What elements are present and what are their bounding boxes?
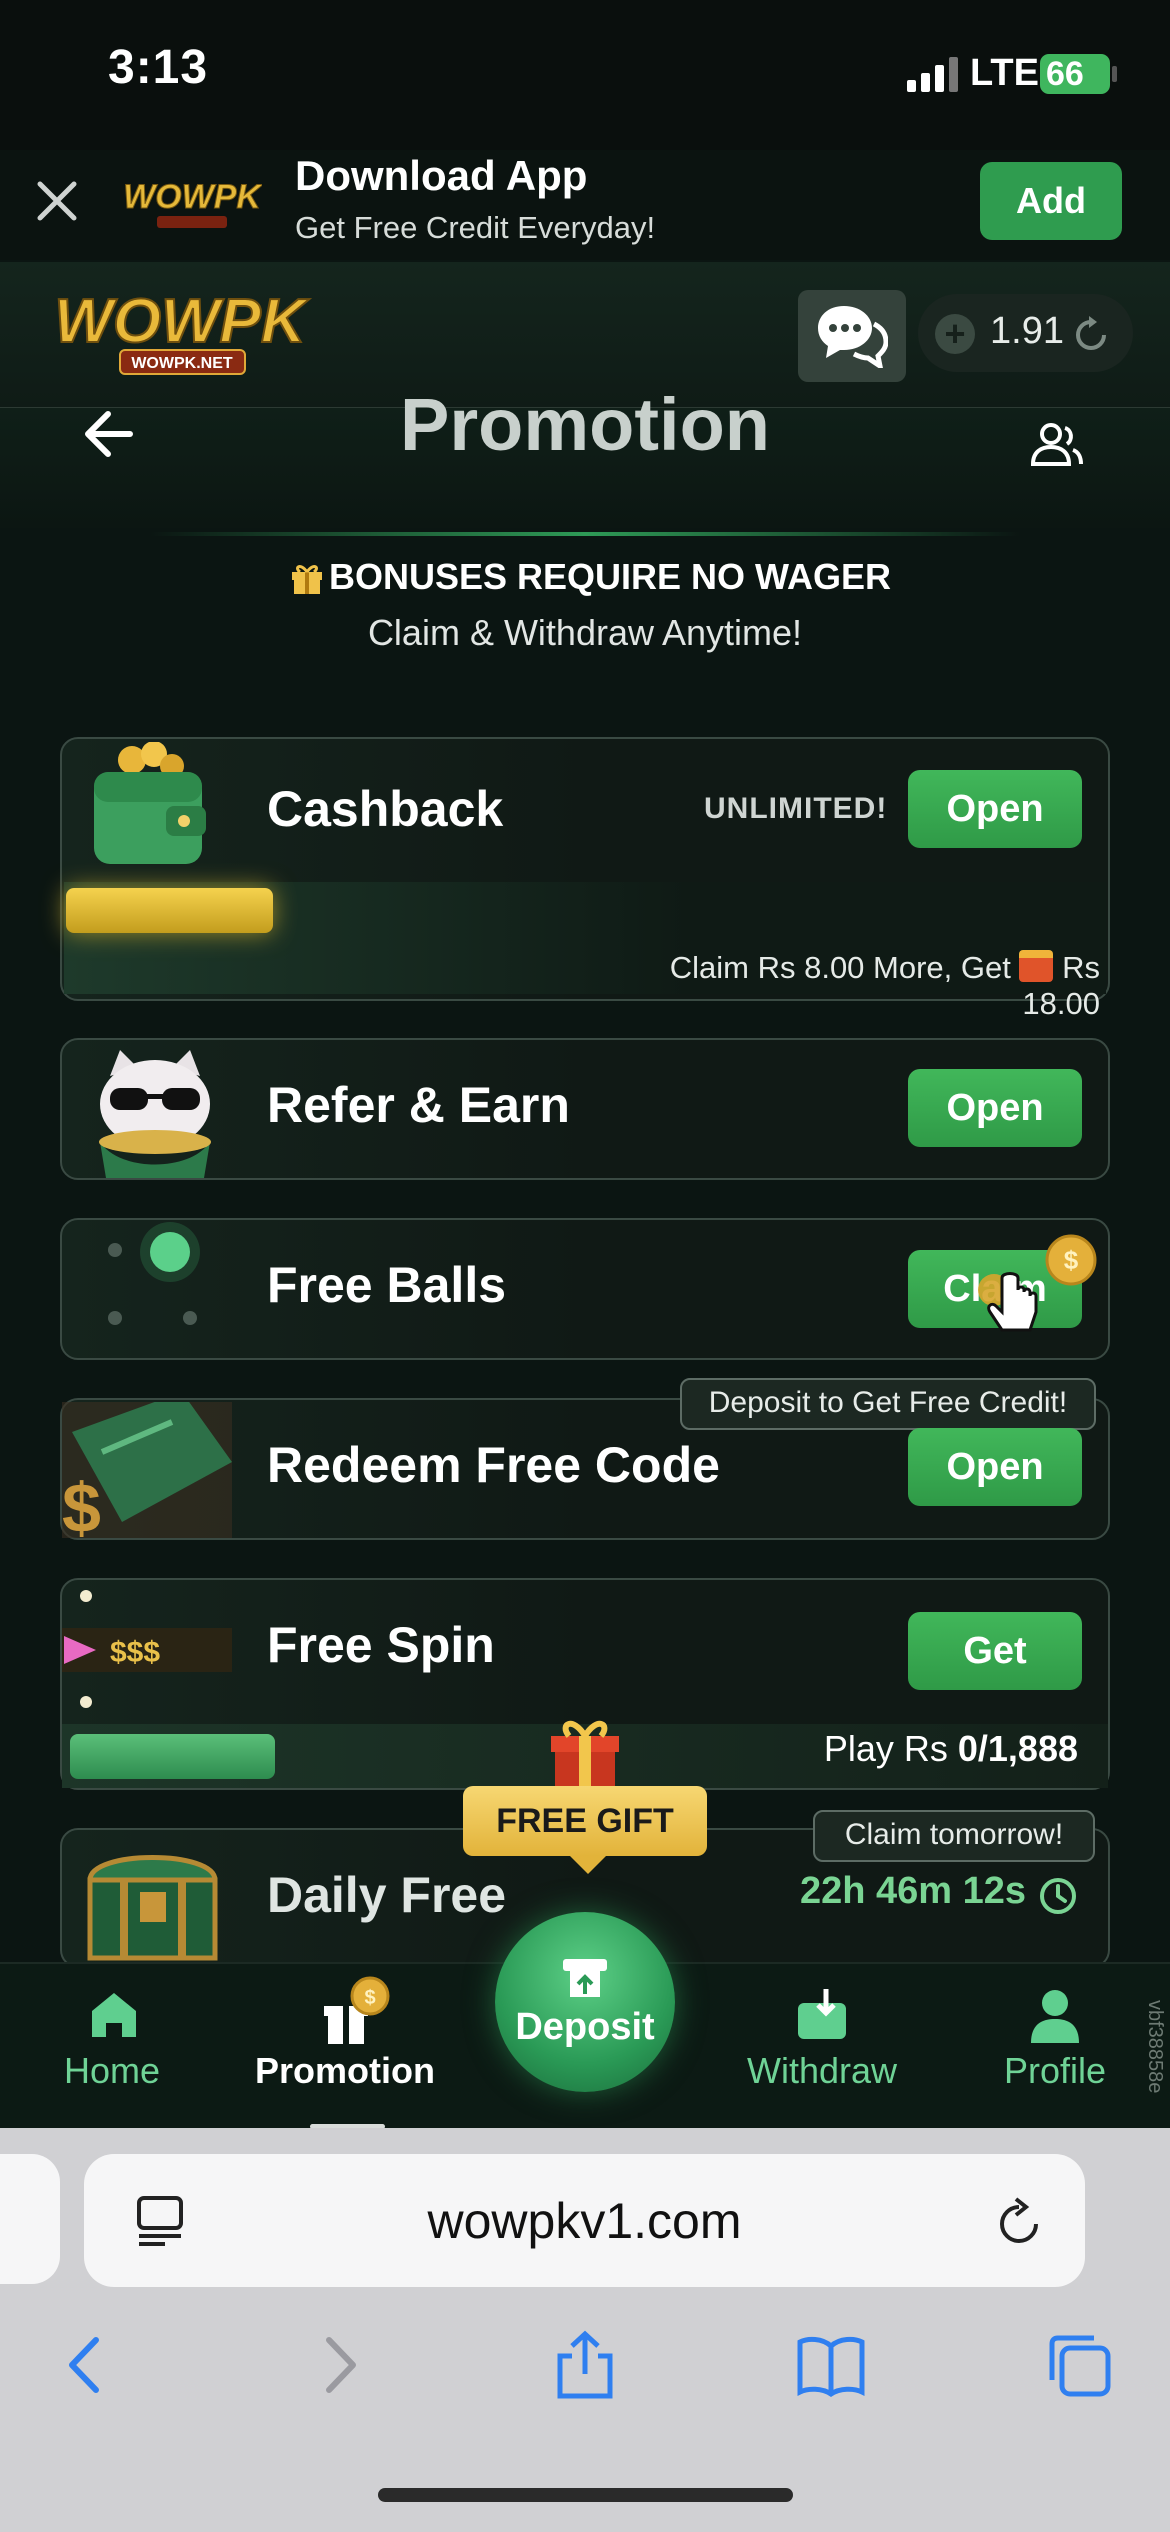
slot-icon: $$$ (62, 1590, 232, 1708)
bonus-notice-subtitle: Claim & Withdraw Anytime! (367, 612, 803, 653)
svg-text:$: $ (62, 1469, 101, 1538)
free-balls-title: Free Balls (267, 1257, 507, 1313)
ticket-icon: $ (62, 1402, 232, 1538)
claim-tomorrow-tooltip: Claim tomorrow! (813, 1810, 1095, 1862)
forward-icon[interactable] (303, 2330, 373, 2400)
refer-open-button[interactable]: Open (908, 1069, 1082, 1147)
battery-tip (1112, 66, 1117, 82)
deposit-button[interactable] (495, 1912, 675, 2092)
free-gift-badge[interactable]: FREE GIFT (463, 1786, 707, 1856)
small-gift-icon (1019, 950, 1054, 982)
chat-icon (818, 306, 888, 368)
user-group-icon[interactable] (1025, 420, 1085, 470)
balance-value: 1.91 (990, 310, 1064, 352)
balls-icon (108, 1222, 200, 1325)
previous-tab-preview[interactable] (0, 2154, 60, 2284)
svg-text:WOWPK: WOWPK (123, 178, 262, 216)
redeem-open-button[interactable]: Open (908, 1428, 1082, 1506)
battery-indicator: 66 (1040, 54, 1110, 94)
gift-box-icon (551, 1721, 619, 1788)
cashback-open-button[interactable]: Open (908, 770, 1082, 848)
redeem-code-title: Redeem Free Code (267, 1437, 720, 1493)
svg-text:$: $ (364, 1987, 375, 2009)
nav-withdraw[interactable]: Withdraw (732, 2050, 912, 2092)
network-type: LTE (970, 52, 1039, 94)
signal-icon (907, 57, 958, 92)
clock-icon (1040, 1878, 1076, 1914)
close-icon[interactable] (32, 176, 82, 226)
cashback-claim-text: Claim Rs 8.00 More, Get Rs 18.00 (669, 950, 1100, 1021)
promotion-nav-icon[interactable]: $ (316, 1972, 396, 2048)
status-time: 3:13 (108, 41, 209, 94)
treasure-chest-icon (87, 1855, 218, 1961)
cashback-progress-bar (66, 888, 273, 933)
coin-icon: $ (1045, 1234, 1097, 1286)
deposit-label: Deposit (515, 2006, 655, 2048)
divider (150, 532, 1020, 536)
deposit-tooltip: Deposit to Get Free Credit! (680, 1378, 1096, 1430)
free-gift-pointer (570, 1856, 606, 1874)
app-logo-icon: WOWPK (123, 178, 262, 228)
spin-play-requirement: Play Rs 0/1,888 (823, 1728, 1078, 1769)
spin-progress-bar (70, 1734, 275, 1779)
build-id: vbf38858e (1144, 2000, 1166, 2094)
free-spin-title: Free Spin (267, 1617, 495, 1673)
home-icon[interactable] (84, 1985, 144, 2045)
bonus-notice-title: BONUSES REQUIRE NO WAGER (328, 556, 892, 597)
free-spin-get-button[interactable]: Get (908, 1612, 1082, 1690)
nav-profile[interactable]: Profile (965, 2050, 1145, 2092)
add-app-button[interactable]: Add (980, 162, 1122, 240)
url-text: wowpkv1.com (427, 2193, 742, 2249)
cashback-title: Cashback (267, 781, 504, 837)
svg-text:$$$: $$$ (110, 1636, 160, 1669)
hand-pointer-icon (978, 1272, 1038, 1332)
banner-subtitle: Get Free Credit Everyday! (295, 210, 656, 245)
svg-text:WOWPK: WOWPK (54, 287, 310, 356)
home-indicator (378, 2488, 793, 2502)
banner-title: Download App (295, 152, 588, 199)
svg-text:WOWPK.NET: WOWPK.NET (131, 355, 233, 372)
add-funds-icon[interactable]: + (935, 314, 975, 354)
refer-earn-title: Refer & Earn (267, 1077, 570, 1133)
daily-free-title: Daily Free (267, 1867, 507, 1923)
back-arrow-icon[interactable] (80, 406, 140, 462)
nav-promotion[interactable]: Promotion (255, 2050, 435, 2092)
deposit-icon (563, 1959, 607, 1997)
svg-text:$: $ (1064, 1245, 1079, 1275)
share-icon[interactable] (550, 2330, 620, 2400)
wallet-icon (94, 742, 206, 864)
cat-mascot-icon (99, 1050, 211, 1178)
unlimited-badge: UNLIMITED! (704, 792, 888, 825)
nav-home[interactable]: Home (22, 2050, 202, 2092)
back-icon[interactable] (52, 2330, 122, 2400)
bookmarks-icon[interactable] (796, 2330, 866, 2400)
profile-icon[interactable] (1025, 1985, 1085, 2045)
withdraw-icon[interactable] (792, 1985, 852, 2045)
site-logo[interactable]: WOWPK WOWPK.NET (50, 280, 315, 385)
reload-icon[interactable] (992, 2196, 1046, 2250)
daily-countdown: 22h 46m 12s (800, 1870, 1027, 1912)
refresh-balance-icon[interactable] (1070, 314, 1112, 356)
tabs-icon[interactable] (1044, 2330, 1114, 2400)
page-title: Promotion (400, 383, 770, 466)
